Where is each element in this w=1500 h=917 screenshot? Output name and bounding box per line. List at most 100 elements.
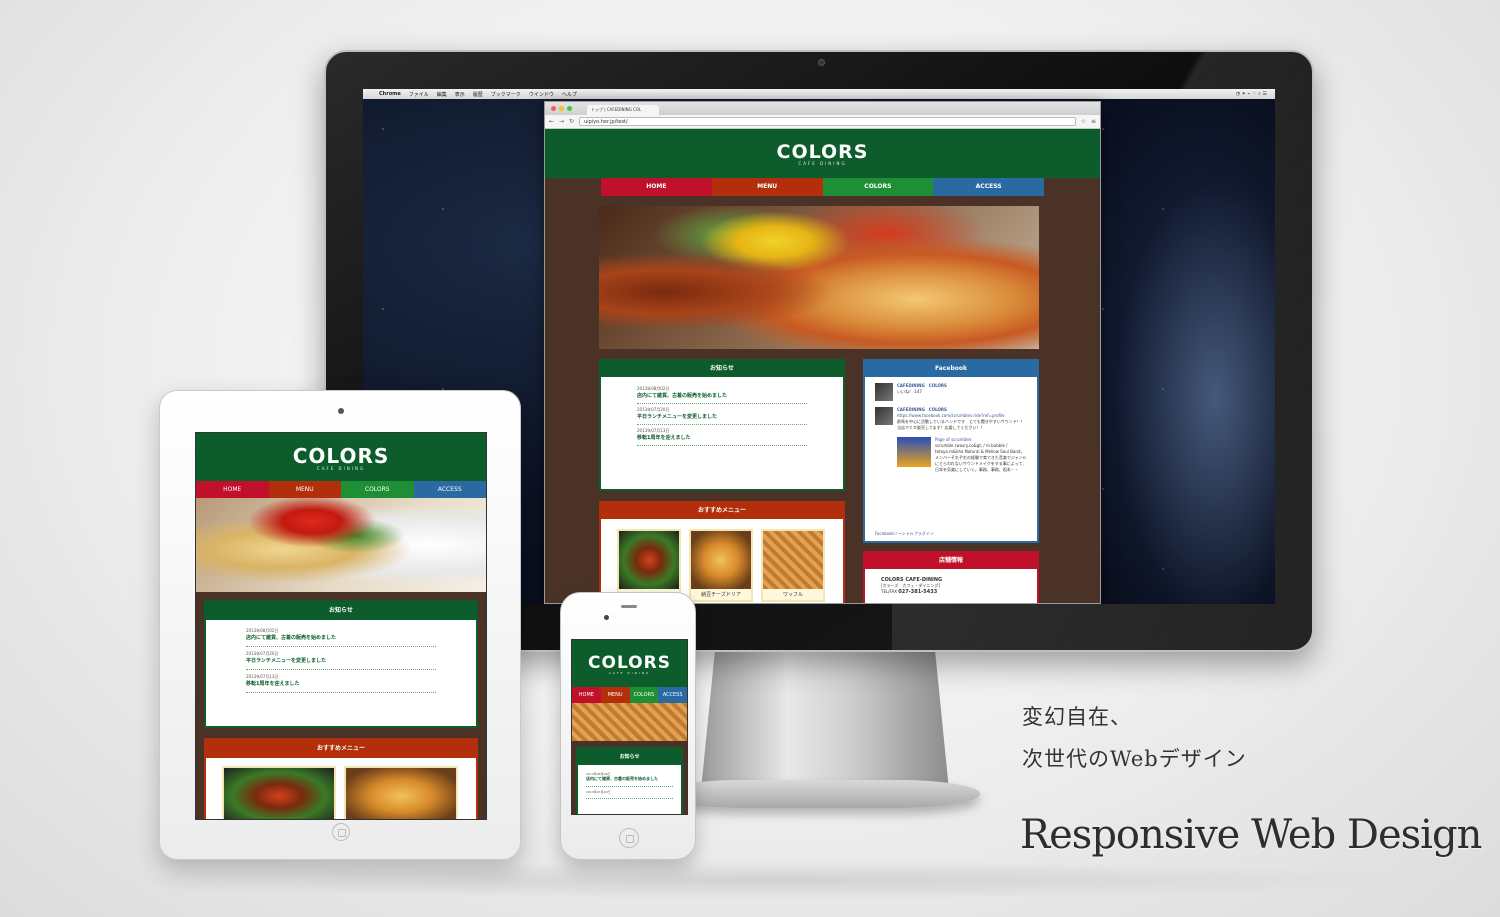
- news-title[interactable]: 移転1周年を迎えました: [246, 680, 436, 687]
- news-heading: お知らせ: [601, 361, 843, 377]
- menubar-status-icons[interactable]: ◔ ✦ ⌁ ♡ ⌕ ☰: [1236, 91, 1275, 97]
- close-window-icon[interactable]: [551, 106, 556, 111]
- tablet-nav-colors[interactable]: COLORS: [341, 481, 414, 498]
- iphone-speaker: [621, 605, 637, 608]
- facebook-link-card[interactable]: Page of scrumbles scrumble rwasry.co&gt;…: [897, 437, 1027, 473]
- tablet-recommend-list: [206, 758, 476, 819]
- phone-nav-menu[interactable]: MENU: [600, 687, 630, 703]
- browser-window: トップ | CAFEDINING COL ← → ↻ uipiyo.her.jp…: [544, 101, 1101, 604]
- phone-nav: HOME MENU COLORS ACCESS: [572, 687, 687, 703]
- tablet-recommend-item[interactable]: [222, 766, 336, 819]
- tablet-news-heading: お知らせ: [206, 602, 476, 620]
- tagline: 変幻自在、 次世代のWebデザイン: [1022, 696, 1247, 780]
- facebook-card-image: [897, 437, 931, 467]
- menubar-item-view[interactable]: 表示: [455, 91, 465, 98]
- phone-logo-sub: CAFE DINING: [608, 670, 651, 675]
- menubar-item-help[interactable]: ヘルプ: [562, 91, 577, 98]
- menubar-item-history[interactable]: 履歴: [473, 91, 483, 98]
- news-item[interactable]: 2013年08月02日 店内にて雑貨、古着の販売を始めました: [246, 624, 436, 647]
- menubar-item-bookmarks[interactable]: ブックマーク: [491, 91, 521, 98]
- desktop-site: COLORS CAFE DINING HOME MENU COLORS ACCE…: [545, 129, 1100, 603]
- menubar-app-name[interactable]: Chrome: [379, 91, 401, 97]
- news-item[interactable]: 2013年07月13日 移転1周年を迎えました: [637, 425, 807, 446]
- news-item[interactable]: 2013年07月20日 平日ランチメニューを変更しました: [246, 647, 436, 670]
- news-title[interactable]: 店内にて雑貨、古着の販売を始めました: [246, 634, 436, 641]
- imac-camera-icon: [818, 59, 825, 66]
- global-nav: HOME MENU COLORS ACCESS: [601, 178, 1044, 196]
- nebula-wallpaper: [1075, 89, 1275, 604]
- news-title[interactable]: 店内にて雑貨、古着の販売を始めました: [586, 776, 673, 782]
- ipad-home-button[interactable]: [332, 823, 350, 841]
- shop-body: COLORS CAFE-DINING [カラーズ カフェ・ダイニング] TEL/…: [865, 569, 1037, 603]
- recommend-item[interactable]: 納豆チーズドリア: [689, 529, 753, 602]
- bookmark-star-icon[interactable]: ☆: [1081, 118, 1086, 125]
- facebook-feed[interactable]: CAFEDINING COLORS いいね！ 147 CAFEDINING CO…: [865, 377, 1037, 485]
- news-item[interactable]: 2013年08月02日 店内にて雑貨、古着の販売を始めました: [586, 769, 673, 787]
- ipad-device: COLORS CAFE DINING HOME MENU COLORS ACCE…: [159, 390, 521, 860]
- site-logo[interactable]: COLORS: [777, 141, 869, 163]
- menubar-item-file[interactable]: ファイル: [409, 91, 429, 98]
- news-date: 2013年07月20日: [586, 790, 611, 794]
- shop-heading: 店舗情報: [865, 553, 1037, 569]
- tablet-recommend-item[interactable]: [344, 766, 458, 819]
- news-item[interactable]: 2013年08月02日 店内にて雑貨、古着の販売を始めました: [637, 383, 807, 404]
- news-title[interactable]: 店内にて雑貨、古着の販売を始めました: [637, 392, 807, 399]
- facebook-footer[interactable]: Facebookソーシャルプラグイン: [875, 531, 934, 537]
- menubar-item-edit[interactable]: 編集: [437, 91, 447, 98]
- menubar-item-window[interactable]: ウインドウ: [529, 91, 554, 98]
- mac-menubar: Chrome ファイル 編集 表示 履歴 ブックマーク ウインドウ ヘルプ ◔ …: [363, 89, 1275, 99]
- tagline-line-1: 変幻自在、: [1022, 705, 1132, 729]
- tablet-news-box: お知らせ 2013年08月02日 店内にて雑貨、古着の販売を始めました 2013…: [204, 600, 478, 728]
- phone-nav-colors[interactable]: COLORS: [629, 687, 659, 703]
- news-title[interactable]: 移転1周年を迎えました: [637, 434, 807, 441]
- imac-stand: [700, 650, 950, 800]
- tagline-line-2: 次世代のWebデザイン: [1022, 747, 1247, 771]
- facebook-post-text: 当店でＣＤ販売してます！応援してください！！: [897, 425, 985, 430]
- browser-toolbar: ← → ↻ uipiyo.her.jp/test/ ☆ ≡: [545, 115, 1100, 129]
- nav-home[interactable]: HOME: [601, 178, 712, 196]
- news-box: お知らせ 2013年08月02日 店内にて雑貨、古着の販売を始めました 2013…: [599, 359, 845, 491]
- zoom-window-icon[interactable]: [567, 106, 572, 111]
- tablet-site: COLORS CAFE DINING HOME MENU COLORS ACCE…: [195, 432, 487, 820]
- phone-news-box: お知らせ 2013年08月02日 店内にて雑貨、古着の販売を始めました 2013…: [576, 747, 683, 814]
- facebook-like-button[interactable]: いいね！: [897, 389, 913, 394]
- phone-logo[interactable]: COLORS: [588, 653, 671, 673]
- browser-tab[interactable]: トップ | CAFEDINING COL: [587, 105, 659, 115]
- nav-colors[interactable]: COLORS: [822, 178, 934, 196]
- phone-nav-access[interactable]: ACCESS: [658, 687, 687, 703]
- minimize-window-icon[interactable]: [559, 106, 564, 111]
- phone-news-heading: お知らせ: [578, 749, 681, 765]
- recommend-image: [691, 531, 751, 589]
- tablet-recommend-heading: おすすめメニュー: [206, 740, 476, 758]
- facebook-avatar: [875, 383, 893, 401]
- phone-nav-home[interactable]: HOME: [572, 687, 601, 703]
- shop-tel[interactable]: 027-381-5433: [898, 589, 937, 595]
- menu-icon[interactable]: ≡: [1091, 118, 1096, 125]
- tablet-nav-home[interactable]: HOME: [196, 481, 269, 498]
- tablet-nav: HOME MENU COLORS ACCESS: [196, 481, 486, 498]
- news-title[interactable]: 平日ランチメニューを変更しました: [246, 657, 436, 664]
- tablet-logo[interactable]: COLORS: [293, 444, 390, 468]
- reload-icon[interactable]: ↻: [569, 118, 574, 125]
- tablet-header: COLORS CAFE DINING: [196, 433, 486, 481]
- forward-arrow-icon[interactable]: →: [559, 118, 564, 125]
- address-bar[interactable]: uipiyo.her.jp/test/: [579, 117, 1076, 126]
- recommend-item[interactable]: ワッフル: [761, 529, 825, 602]
- recommend-image: [619, 531, 679, 589]
- back-arrow-icon[interactable]: ←: [549, 118, 554, 125]
- ipad-camera-icon: [338, 408, 344, 414]
- tablet-nav-access[interactable]: ACCESS: [413, 481, 486, 498]
- nav-menu[interactable]: MENU: [711, 178, 823, 196]
- nav-access[interactable]: ACCESS: [933, 178, 1044, 196]
- hero-food-image: [599, 206, 1039, 349]
- site-header: COLORS CAFE DINING: [545, 129, 1100, 178]
- news-item[interactable]: 2013年07月13日 移転1周年を迎えました: [246, 670, 436, 693]
- tablet-nav-menu[interactable]: MENU: [268, 481, 341, 498]
- browser-titlebar: トップ | CAFEDINING COL: [545, 102, 1100, 115]
- news-title[interactable]: 平日ランチメニューを変更しました: [637, 413, 807, 420]
- iphone-home-button[interactable]: [619, 828, 639, 848]
- shop-info-box: 店舗情報 COLORS CAFE-DINING [カラーズ カフェ・ダイニング]…: [863, 551, 1039, 603]
- shop-tel-label: TEL/FAX: [881, 589, 897, 594]
- news-item[interactable]: 2013年07月20日: [586, 787, 673, 799]
- news-item[interactable]: 2013年07月20日 平日ランチメニューを変更しました: [637, 404, 807, 425]
